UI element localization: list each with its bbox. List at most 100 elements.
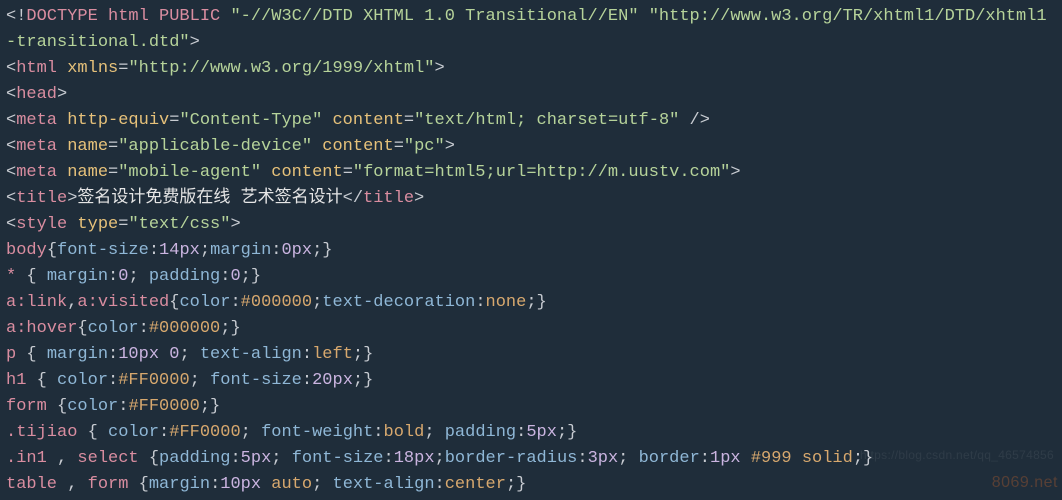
- code-token: padding: [149, 267, 220, 286]
- code-token: 10px: [220, 475, 261, 494]
- code-token: :: [516, 423, 526, 442]
- code-token: 20px: [312, 371, 353, 390]
- code-token: p: [6, 345, 16, 364]
- code-token: ,: [67, 293, 77, 312]
- code-token: border-radius: [445, 449, 578, 468]
- code-token: "text/css": [128, 215, 230, 234]
- code-token: 10px: [118, 345, 159, 364]
- code-token: border: [639, 449, 700, 468]
- code-token: select: [77, 449, 138, 468]
- code-line: body{font-size:14px;margin:0px;}: [6, 241, 333, 260]
- code-token: ;: [435, 449, 445, 468]
- code-token: [792, 449, 802, 468]
- code-token: type: [77, 215, 118, 234]
- code-token: solid: [802, 449, 853, 468]
- code-line: <html xmlns="http://www.w3.org/1999/xhtm…: [6, 59, 445, 78]
- code-token: [261, 163, 271, 182]
- code-token: 5px: [526, 423, 557, 442]
- code-token: [67, 215, 77, 234]
- code-line: .tijiao { color:#FF0000; font-weight:bol…: [6, 423, 577, 442]
- code-token: [261, 475, 271, 494]
- code-token: :: [435, 475, 445, 494]
- code-token: :: [384, 449, 394, 468]
- code-token: <: [6, 163, 16, 182]
- code-token: xmlns: [67, 59, 118, 78]
- code-token: bold: [384, 423, 425, 442]
- code-token: :: [108, 345, 118, 364]
- code-line: <title>签名设计免费版在线 艺术签名设计</title>: [6, 189, 424, 208]
- code-line: <head>: [6, 85, 67, 104]
- code-token: "mobile-agent": [118, 163, 261, 182]
- code-token: ;: [271, 449, 291, 468]
- code-token: <: [6, 59, 16, 78]
- code-token: {: [26, 371, 57, 390]
- code-token: =: [169, 111, 179, 130]
- code-token: [57, 137, 67, 156]
- code-token: text-align: [200, 345, 302, 364]
- code-token: ;}: [200, 397, 220, 416]
- code-token: >: [57, 85, 67, 104]
- code-token: form: [6, 397, 47, 416]
- code-token: DOCTYPE html PUBLIC: [26, 7, 220, 26]
- code-token: >: [414, 189, 424, 208]
- code-token: ;}: [241, 267, 261, 286]
- code-token: =: [343, 163, 353, 182]
- code-token: text-align: [333, 475, 435, 494]
- code-token: html: [16, 59, 57, 78]
- code-token: [159, 345, 169, 364]
- code-token: #FF0000: [118, 371, 189, 390]
- code-token: >: [190, 33, 200, 52]
- code-token: :: [118, 397, 128, 416]
- code-token: title: [16, 189, 67, 208]
- code-token: :: [230, 449, 240, 468]
- code-token: =: [404, 111, 414, 130]
- code-line: .in1 , select {padding:5px; font-size:18…: [6, 449, 873, 468]
- code-token: :: [108, 371, 118, 390]
- code-token: color: [108, 423, 159, 442]
- code-token: font-size: [57, 241, 149, 260]
- code-token: ;}: [353, 345, 373, 364]
- code-token: </: [343, 189, 363, 208]
- code-token: :: [220, 267, 230, 286]
- code-token: ;: [618, 449, 638, 468]
- code-token: {: [47, 241, 57, 260]
- code-token: =: [118, 215, 128, 234]
- code-token: meta: [16, 163, 57, 182]
- code-token: =: [108, 137, 118, 156]
- code-token: <: [6, 111, 16, 130]
- code-token: h1: [6, 371, 26, 390]
- code-token: table: [6, 475, 57, 494]
- code-token: >: [230, 215, 240, 234]
- code-token: >: [730, 163, 740, 182]
- code-token: [220, 7, 230, 26]
- code-token: [639, 7, 649, 26]
- code-token: "http://www.w3.org/1999/xhtml": [128, 59, 434, 78]
- code-token: :: [159, 423, 169, 442]
- code-token: .tijiao: [6, 423, 77, 442]
- code-token: *: [6, 267, 16, 286]
- code-token: body: [6, 241, 47, 260]
- code-token: =: [118, 59, 128, 78]
- code-line: h1 { color:#FF0000; font-size:20px;}: [6, 371, 373, 390]
- code-token: auto: [271, 475, 312, 494]
- code-line: <meta name="mobile-agent" content="forma…: [6, 163, 741, 182]
- code-token: #FF0000: [169, 423, 240, 442]
- code-token: #000000: [149, 319, 220, 338]
- code-token: padding: [159, 449, 230, 468]
- code-token: color: [57, 371, 108, 390]
- code-token: "Content-Type": [179, 111, 322, 130]
- code-token: font-size: [210, 371, 302, 390]
- code-token: 3px: [588, 449, 619, 468]
- code-token: 5px: [241, 449, 272, 468]
- code-token: meta: [16, 111, 57, 130]
- code-token: <: [6, 215, 16, 234]
- code-token: left: [312, 345, 353, 364]
- code-token: 0: [230, 267, 240, 286]
- code-line: * { margin:0; padding:0;}: [6, 267, 261, 286]
- code-token: font-weight: [261, 423, 373, 442]
- code-token: {: [139, 449, 159, 468]
- code-token: <: [6, 137, 16, 156]
- code-token: :: [302, 345, 312, 364]
- code-token: ,: [57, 475, 88, 494]
- code-token: [312, 137, 322, 156]
